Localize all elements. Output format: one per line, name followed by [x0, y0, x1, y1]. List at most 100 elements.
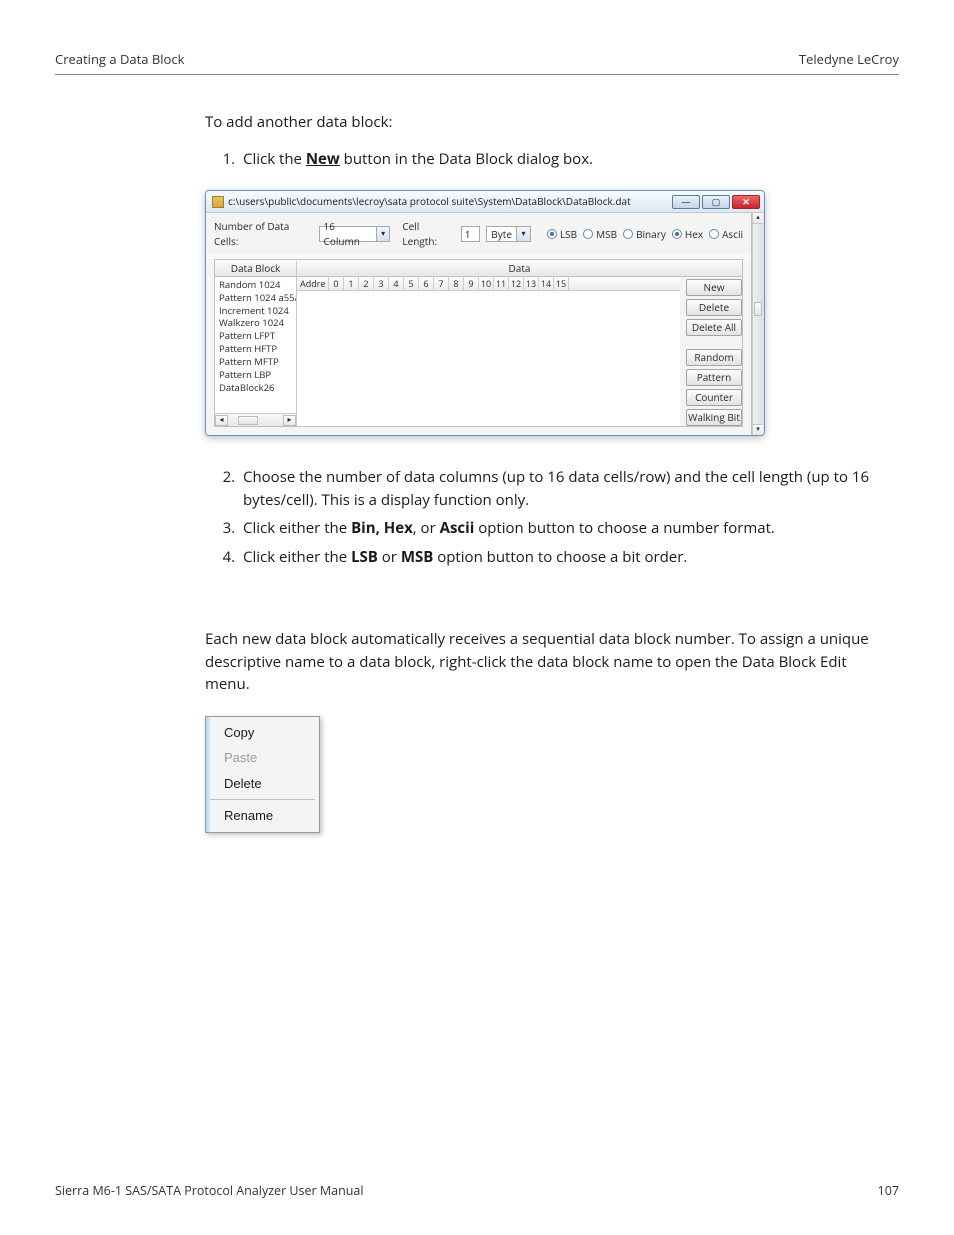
- ctx-copy[interactable]: Copy: [206, 720, 319, 746]
- list-item[interactable]: DataBlock26: [219, 382, 294, 395]
- minimize-button[interactable]: —: [672, 195, 700, 209]
- list-item[interactable]: Pattern HFTP: [219, 343, 294, 356]
- radio-dot-icon: [709, 229, 719, 239]
- step4-p3: option button to choose a bit order.: [433, 547, 687, 567]
- step-1: Click the New button in the Data Block d…: [239, 148, 879, 171]
- radio-ascii[interactable]: Ascii: [709, 227, 743, 242]
- col-header: 10: [479, 277, 494, 290]
- step1-suffix: button in the Data Block dialog box.: [340, 149, 593, 169]
- scroll-thumb[interactable]: [754, 302, 762, 316]
- col-header: 2: [359, 277, 374, 290]
- radio-msb[interactable]: MSB: [583, 227, 617, 242]
- step3-b2: Ascii: [440, 518, 475, 538]
- step-4: Click either the LSB or MSB option butto…: [239, 546, 879, 569]
- addr-col-header: Addre: [297, 277, 329, 290]
- cell-length-label: Cell Length:: [402, 219, 454, 249]
- step4-p1: Click either the: [243, 547, 351, 567]
- data-tab: Data: [297, 261, 742, 276]
- format-group: Binary Hex Ascii: [623, 227, 743, 242]
- step1-new-word: New: [306, 149, 340, 169]
- col-header: 6: [419, 277, 434, 290]
- step-2: Choose the number of data columns (up to…: [239, 466, 879, 511]
- ctx-delete[interactable]: Delete: [206, 771, 319, 797]
- dialog-titlebar[interactable]: c:\users\public\documents\lecroy\sata pr…: [206, 191, 764, 213]
- datablock-dialog-figure: c:\users\public\documents\lecroy\sata pr…: [205, 190, 765, 436]
- page-header-left: Creating a Data Block: [55, 50, 184, 68]
- menu-gutter: [206, 717, 210, 832]
- radio-ascii-label: Ascii: [722, 227, 743, 242]
- col-header: 5: [404, 277, 419, 290]
- datablock-list[interactable]: Random 1024 Pattern 1024 a55a Increment …: [215, 277, 297, 426]
- radio-dot-icon: [547, 229, 557, 239]
- radio-hex[interactable]: Hex: [672, 227, 703, 242]
- col-header: 0: [329, 277, 344, 290]
- scroll-left-icon[interactable]: ◂: [215, 415, 228, 426]
- radio-lsb[interactable]: LSB: [547, 227, 577, 242]
- num-cells-value: 16 Column: [320, 219, 376, 249]
- chevron-down-icon[interactable]: ▾: [516, 227, 530, 241]
- ctx-rename[interactable]: Rename: [206, 803, 319, 829]
- col-header: 15: [554, 277, 569, 290]
- dialog-title-path: c:\users\public\documents\lecroy\sata pr…: [228, 194, 672, 209]
- delete-all-button[interactable]: Delete All: [686, 319, 742, 336]
- random-button[interactable]: Random: [686, 349, 742, 366]
- step3-p3: option button to choose a number format.: [474, 518, 775, 538]
- scroll-up-icon[interactable]: ▴: [753, 213, 763, 224]
- radio-hex-label: Hex: [685, 227, 703, 242]
- col-header: 7: [434, 277, 449, 290]
- col-header: 4: [389, 277, 404, 290]
- cell-length-value[interactable]: 1: [461, 226, 481, 242]
- radio-binary-label: Binary: [636, 227, 666, 242]
- scroll-down-icon[interactable]: ▾: [753, 424, 763, 435]
- datablock-tab[interactable]: Data Block: [215, 261, 297, 276]
- chevron-down-icon[interactable]: ▾: [376, 227, 389, 241]
- col-header: 3: [374, 277, 389, 290]
- footer-page-number: 107: [878, 1182, 899, 1199]
- maximize-button[interactable]: ▢: [702, 195, 730, 209]
- list-h-scrollbar[interactable]: ◂ ▸: [215, 413, 296, 426]
- bit-order-group: LSB MSB: [547, 227, 617, 242]
- radio-dot-icon: [672, 229, 682, 239]
- col-header: 1: [344, 277, 359, 290]
- scroll-right-icon[interactable]: ▸: [283, 415, 296, 426]
- step3-p1: Click either the: [243, 518, 351, 538]
- ctx-paste: Paste: [206, 745, 319, 771]
- radio-dot-icon: [623, 229, 633, 239]
- list-item[interactable]: Pattern MFTP: [219, 356, 294, 369]
- col-header: 11: [494, 277, 509, 290]
- step3-p2: , or: [413, 518, 440, 538]
- delete-button[interactable]: Delete: [686, 299, 742, 316]
- num-cells-label: Number of Data Cells:: [214, 219, 313, 249]
- pattern-button[interactable]: Pattern: [686, 369, 742, 386]
- step3-b: Bin, Hex: [351, 518, 413, 538]
- new-button[interactable]: New: [686, 279, 742, 296]
- radio-dot-icon: [583, 229, 593, 239]
- col-header: 8: [449, 277, 464, 290]
- paragraph-rename: Each new data block automatically receiv…: [205, 628, 879, 696]
- list-item[interactable]: Pattern 1024 a55a: [219, 292, 294, 305]
- list-item[interactable]: Pattern LBP: [219, 369, 294, 382]
- context-menu: Copy Paste Delete Rename: [205, 716, 320, 833]
- data-grid[interactable]: Addre 0 1 2 3 4 5 6 7: [297, 277, 680, 426]
- radio-msb-label: MSB: [596, 227, 617, 242]
- close-button[interactable]: ✕: [732, 195, 760, 209]
- step4-b: LSB: [351, 547, 378, 567]
- col-header: 12: [509, 277, 524, 290]
- dialog-v-scrollbar[interactable]: ▴ ▾: [751, 213, 764, 435]
- col-header: 13: [524, 277, 539, 290]
- list-item[interactable]: Random 1024: [219, 279, 294, 292]
- step4-b2: MSB: [401, 547, 433, 567]
- num-cells-combo[interactable]: 16 Column ▾: [319, 226, 391, 242]
- cell-length-unit-combo[interactable]: Byte ▾: [486, 226, 531, 242]
- counter-button[interactable]: Counter: [686, 389, 742, 406]
- page-header-right: Teledyne LeCroy: [799, 50, 899, 68]
- radio-lsb-label: LSB: [560, 227, 577, 242]
- col-header: 9: [464, 277, 479, 290]
- radio-binary[interactable]: Binary: [623, 227, 666, 242]
- footer-left: Sierra M6-1 SAS/SATA Protocol Analyzer U…: [55, 1182, 364, 1199]
- walking-bit-button[interactable]: Walking Bit: [686, 409, 742, 426]
- scroll-thumb[interactable]: [238, 416, 258, 425]
- intro-text: To add another data block:: [205, 111, 879, 134]
- step4-p2: or: [378, 547, 401, 567]
- step-3: Click either the Bin, Hex, or Ascii opti…: [239, 517, 879, 540]
